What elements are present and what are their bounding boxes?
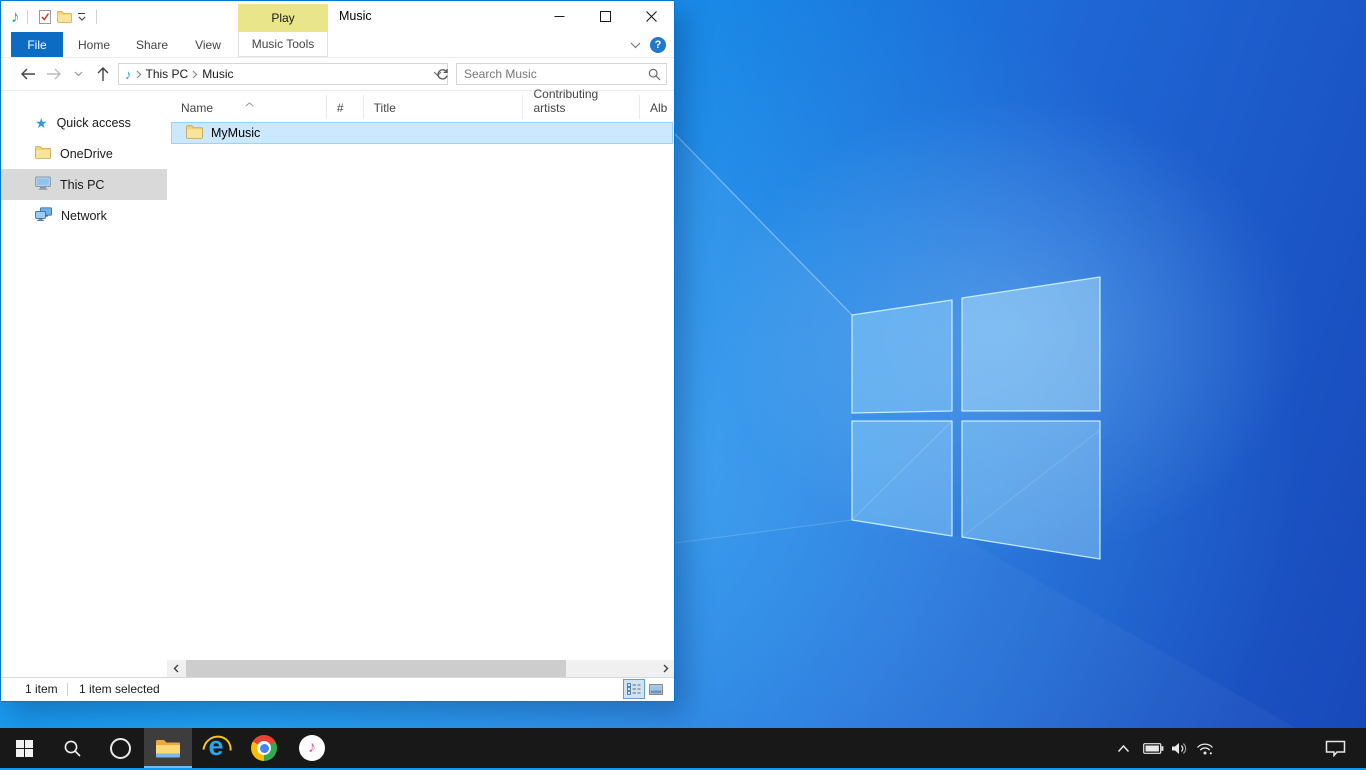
tab-music-tools[interactable]: Music Tools	[238, 32, 328, 57]
tab-file[interactable]: File	[11, 32, 63, 57]
ie-icon: e	[201, 733, 231, 763]
new-folder-icon[interactable]	[55, 6, 75, 28]
taskbar-itunes-button[interactable]: ♪	[288, 728, 336, 768]
battery-icon[interactable]	[1140, 728, 1166, 768]
search-box	[456, 63, 667, 85]
close-button[interactable]	[628, 1, 674, 32]
column-header-title[interactable]: Title	[364, 95, 524, 119]
music-note-icon: ♪	[11, 8, 20, 25]
network-wifi-icon[interactable]	[1192, 728, 1218, 768]
forward-button[interactable]	[42, 62, 66, 86]
properties-check-icon[interactable]	[35, 6, 55, 28]
taskbar-file-explorer-button[interactable]	[144, 728, 192, 768]
file-row-mymusic[interactable]: MyMusic	[171, 122, 673, 144]
folder-icon	[35, 146, 51, 162]
taskbar-internet-explorer-button[interactable]: e	[192, 728, 240, 768]
divider	[96, 10, 97, 24]
view-toggles	[623, 679, 667, 699]
column-headers: Name # Title Contributing artists Alb	[167, 95, 674, 119]
up-button[interactable]	[91, 62, 115, 86]
sidebar-item-network[interactable]: Network	[1, 200, 167, 231]
start-button[interactable]	[0, 728, 48, 768]
recent-locations-chevron-down-icon[interactable]	[69, 62, 87, 86]
search-input[interactable]	[457, 64, 666, 84]
item-count: 1 item	[25, 682, 58, 696]
file-explorer-window: ♪ Play Music	[0, 0, 675, 702]
selection-count: 1 item selected	[79, 682, 160, 696]
horizontal-scrollbar	[167, 660, 674, 677]
column-header-contributing-artists[interactable]: Contributing artists	[523, 95, 640, 119]
volume-speaker-icon[interactable]	[1166, 728, 1192, 768]
tab-view[interactable]: View	[187, 32, 229, 57]
large-icons-view-button[interactable]	[645, 679, 667, 699]
window-title: Music	[339, 9, 372, 23]
expand-ribbon-chevron-down-icon[interactable]	[630, 38, 641, 52]
quick-access-toolbar: ♪	[11, 1, 104, 32]
circle-icon	[110, 738, 131, 759]
play-tab-label: Play	[271, 11, 294, 25]
action-center-notification-bubble-icon[interactable]	[1322, 728, 1348, 768]
caption-buttons	[536, 1, 674, 32]
sidebar-item-onedrive[interactable]: OneDrive	[1, 138, 167, 169]
column-header-album[interactable]: Alb	[640, 95, 674, 119]
navigation-pane: ★ Quick access OneDrive This PC Network	[1, 91, 167, 677]
divider	[67, 683, 68, 696]
sort-ascending-chevron-up-icon	[245, 96, 254, 110]
scroll-right-chevron-right-icon[interactable]	[657, 660, 674, 677]
sidebar-item-quick-access[interactable]: ★ Quick access	[1, 107, 167, 138]
breadcrumb-music[interactable]: Music	[198, 67, 237, 81]
taskbar-chrome-button[interactable]	[240, 728, 288, 768]
file-name: MyMusic	[211, 126, 260, 140]
status-bar: 1 item 1 item selected	[1, 677, 674, 701]
music-note-icon: ♪	[125, 68, 132, 81]
tab-home[interactable]: Home	[71, 32, 117, 57]
column-header-number[interactable]: #	[327, 95, 364, 119]
ribbon-tabs: File Home Share View Music Tools ?	[1, 32, 674, 58]
folder-icon	[155, 738, 181, 759]
tab-share[interactable]: Share	[129, 32, 175, 57]
help-button[interactable]: ?	[650, 37, 666, 53]
chrome-icon	[251, 735, 277, 761]
address-bar[interactable]: ♪ This PC Music	[118, 63, 448, 85]
contextual-tab-play[interactable]: Play	[238, 4, 328, 32]
scrollbar-track[interactable]	[184, 660, 657, 677]
network-icon	[35, 207, 52, 224]
star-icon: ★	[35, 116, 48, 130]
folder-icon	[186, 125, 203, 142]
refresh-icon[interactable]	[433, 65, 451, 83]
title-bar[interactable]: ♪ Play Music	[1, 1, 674, 32]
breadcrumb-this-pc[interactable]: This PC	[142, 67, 193, 81]
hidden-icons-chevron-up-icon[interactable]	[1110, 728, 1136, 768]
sidebar-item-this-pc[interactable]: This PC	[1, 169, 167, 200]
scroll-left-chevron-left-icon[interactable]	[167, 660, 184, 677]
cortana-button[interactable]	[96, 728, 144, 768]
magnifier-icon	[63, 739, 82, 758]
file-list-empty-area[interactable]	[167, 145, 674, 660]
column-header-name[interactable]: Name	[171, 95, 327, 119]
taskbar-search-button[interactable]	[48, 728, 96, 768]
file-list-pane: Name # Title Contributing artists Alb My…	[167, 91, 674, 677]
divider	[27, 10, 28, 24]
minimize-button[interactable]	[536, 1, 582, 32]
details-view-button[interactable]	[623, 679, 645, 699]
scrollbar-thumb[interactable]	[186, 660, 566, 677]
customize-qat-chevron-down-icon[interactable]	[75, 6, 89, 28]
back-button[interactable]	[16, 62, 40, 86]
monitor-icon	[35, 176, 51, 193]
magnifier-icon[interactable]	[648, 68, 661, 84]
taskbar: e ♪	[0, 728, 1366, 768]
windows-logo-icon	[16, 740, 33, 757]
maximize-button[interactable]	[582, 1, 628, 32]
music-note-icon: ♪	[299, 735, 325, 761]
